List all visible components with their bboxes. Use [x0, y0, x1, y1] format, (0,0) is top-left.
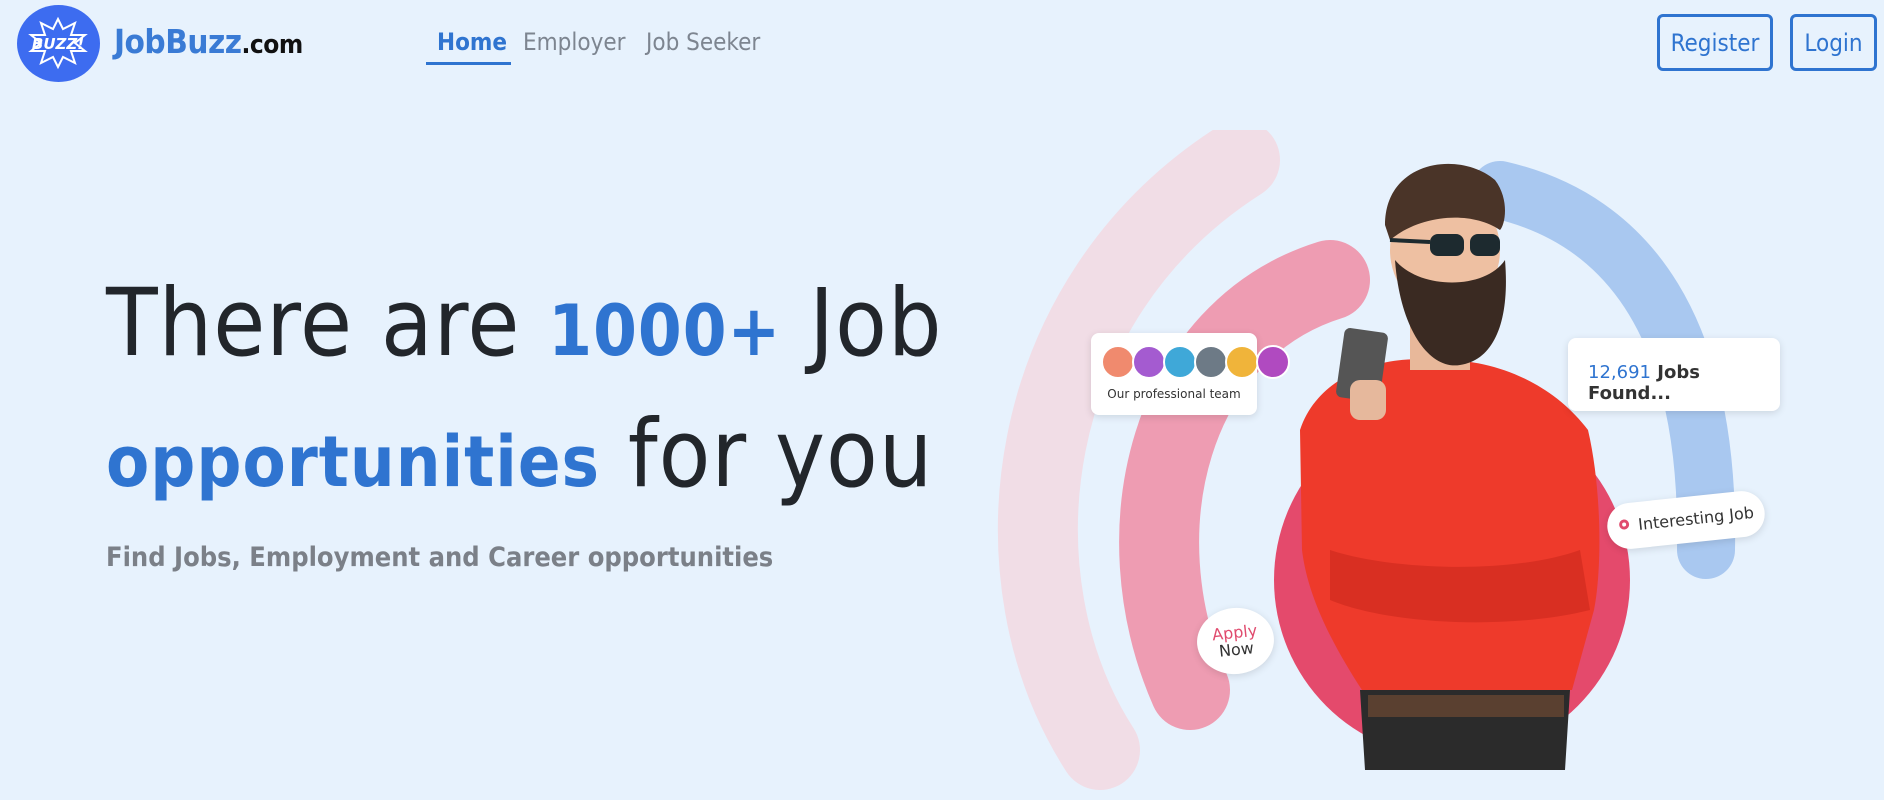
jobs-found-card: 12,691 Jobs Found... — [1568, 338, 1780, 411]
hero-illustration: Our professional team 12,691 Jobs Found.… — [990, 130, 1870, 800]
hero-heading: There are 1000+ Job opportunities for yo… — [106, 262, 1006, 524]
brand-name[interactable]: JobBuzz.com — [114, 22, 303, 65]
hero-text: for you — [600, 400, 934, 509]
hero-highlight-word: opportunities — [106, 421, 601, 503]
person-belt — [1368, 695, 1564, 717]
avatar — [1132, 345, 1166, 379]
team-label: Our professional team — [1107, 387, 1241, 401]
brand-name-main: JobBuzz — [114, 22, 242, 61]
logo-text: BUZZ! — [32, 35, 84, 53]
jobs-count: 12,691 — [1588, 362, 1651, 383]
avatar — [1163, 345, 1197, 379]
avatar — [1194, 345, 1228, 379]
hero-subtitle: Find Jobs, Employment and Career opportu… — [106, 542, 774, 573]
brand-name-suffix: .com — [241, 30, 304, 60]
register-button[interactable]: Register — [1657, 14, 1773, 71]
jobs-found-text: 12,691 Jobs Found... — [1588, 362, 1780, 404]
hero-person-illustration — [997, 130, 1736, 790]
login-button[interactable]: Login — [1790, 14, 1877, 71]
nav-link-home[interactable]: Home — [437, 24, 507, 60]
hero-highlight-count: 1000+ — [548, 290, 782, 372]
nav-link-job-seeker[interactable]: Job Seeker — [646, 24, 760, 60]
interesting-job-label: Interesting Job — [1637, 502, 1755, 534]
hero-text: Job — [781, 269, 943, 378]
nav-active-indicator — [426, 62, 511, 65]
team-card: Our professional team — [1091, 333, 1290, 415]
avatar — [1225, 345, 1259, 379]
sunglasses — [1430, 234, 1464, 256]
person-hand — [1350, 380, 1386, 420]
nav-link-employer[interactable]: Employer — [523, 24, 626, 60]
sunglasses — [1470, 234, 1500, 256]
team-avatars — [1101, 345, 1290, 379]
logo-badge-icon: BUZZ! — [28, 16, 88, 70]
person-sweater — [1300, 359, 1600, 690]
avatar — [1101, 345, 1135, 379]
hero-heading-line-2: opportunities for you — [106, 393, 1006, 524]
hero-text: There are — [106, 269, 549, 378]
logo[interactable]: BUZZ! — [17, 5, 100, 82]
record-dot-icon — [1618, 518, 1630, 530]
hero-heading-line-1: There are 1000+ Job — [106, 262, 1006, 393]
avatar — [1256, 345, 1290, 379]
